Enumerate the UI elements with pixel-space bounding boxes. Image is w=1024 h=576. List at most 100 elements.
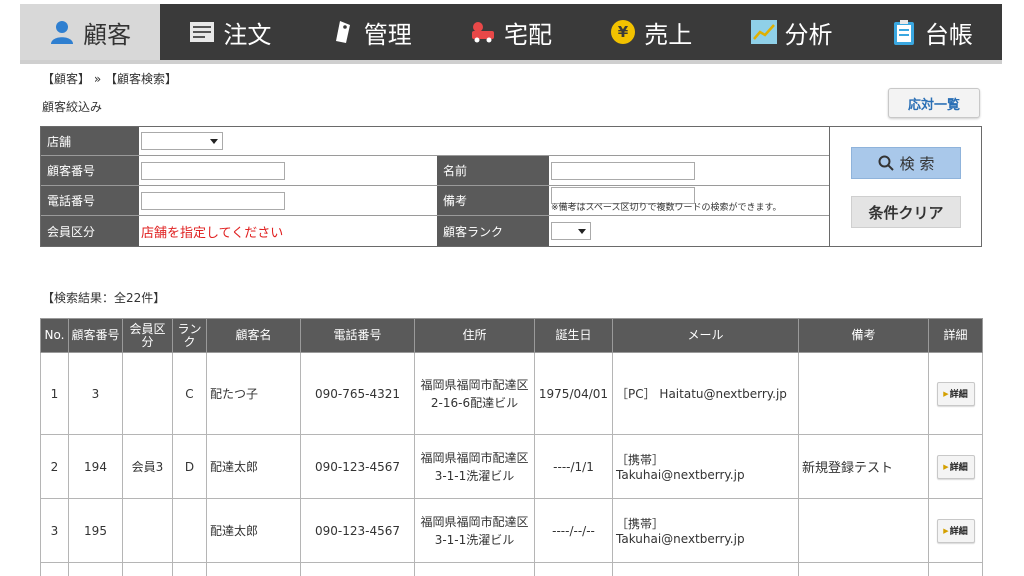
customer-rank-label: 顧客ランク: [437, 216, 549, 246]
caret-right-icon: ▶: [943, 389, 949, 398]
form-divider: [829, 127, 830, 246]
nav-tab-ledger[interactable]: 台帳: [862, 4, 1002, 60]
cell-name: 配たつ子: [206, 352, 301, 435]
cell-phone: 090-123-4567: [300, 434, 415, 499]
col-header-birthday: 誕生日: [534, 318, 613, 353]
nav-tab-label: 注文: [223, 20, 272, 49]
table-header-row: No. 顧客番号 会員区分 ランク 顧客名 電話番号 住所 誕生日 メール 備考…: [40, 318, 983, 353]
detail-button[interactable]: ▶ 詳細: [936, 381, 975, 406]
nav-tab-label: 宅配: [503, 20, 552, 49]
cell-detail: ▶ 詳細: [928, 352, 983, 435]
clipboard-icon: [891, 19, 917, 45]
nav-tab-sales[interactable]: ¥ 売上: [581, 4, 721, 60]
result-count-heading: 【検索結果：全22件】: [42, 291, 166, 305]
phone-input[interactable]: [141, 191, 285, 210]
order-list-icon: [189, 19, 215, 45]
cell-remarks: [798, 498, 929, 563]
customer-no-label: 顧客番号: [41, 156, 139, 185]
remarks-note: ※備考はスペース区切りで複数ワードの検索ができます。: [551, 203, 782, 213]
main-nav: 顧客 注文 管理 宅配 ¥ 売上 分析 台帳: [20, 4, 1002, 60]
cell-rank: C: [172, 352, 207, 435]
cell-member-class: [122, 498, 173, 563]
col-header-phone: 電話番号: [300, 318, 415, 353]
cell-detail: ▶ 詳細: [928, 434, 983, 499]
results-table: No. 顧客番号 会員区分 ランク 顧客名 電話番号 住所 誕生日 メール 備考…: [40, 318, 983, 576]
detail-button-label: 詳細: [949, 463, 968, 473]
search-button[interactable]: 検 索: [851, 147, 961, 179]
caret-right-icon: ▶: [943, 526, 949, 535]
nav-tab-label: 管理: [363, 20, 412, 49]
cell-rank: D: [172, 434, 207, 499]
yen-coin-icon: ¥: [610, 19, 636, 45]
table-row: 2 194 会員3 D 配達太郎 090-123-4567 福岡県福岡市配達区3…: [40, 434, 983, 499]
nav-tab-label: 分析: [784, 20, 833, 49]
cell-member-class: 会員3: [122, 434, 173, 499]
form-row-phone: 電話番号 備考 ※備考はスペース区切りで複数ワードの検索ができます。: [41, 186, 829, 216]
cell-birthday: ----/--/--: [534, 498, 613, 563]
member-class-label: 会員区分: [41, 216, 139, 246]
cell-phone: 090-765-4321: [300, 352, 415, 435]
nav-tab-customer[interactable]: 顧客: [20, 4, 161, 60]
form-row-customer-no: 顧客番号 名前: [41, 156, 829, 186]
customer-rank-cell: [549, 216, 829, 246]
col-header-customer-no: 顧客番号: [68, 318, 123, 353]
chevron-down-icon: [578, 229, 586, 234]
name-cell: [549, 156, 829, 185]
tag-icon: [330, 19, 356, 45]
delivery-truck-icon: [470, 19, 496, 45]
cell-no: 2: [40, 434, 69, 499]
detail-button[interactable]: ▶ 詳細: [936, 454, 975, 479]
nav-tab-label: 顧客: [83, 20, 132, 49]
table-row: [40, 562, 983, 576]
cell-member-class: [122, 352, 173, 435]
nav-tab-label: 台帳: [924, 20, 973, 49]
cell-remarks: 新規登録テスト: [798, 434, 929, 499]
member-class-warning: 店舗を指定してください: [141, 225, 284, 241]
nav-tab-management[interactable]: 管理: [301, 4, 441, 60]
response-list-button[interactable]: 応対一覧: [888, 88, 980, 118]
detail-button-label: 詳細: [949, 527, 968, 537]
clear-conditions-button[interactable]: 条件クリア: [851, 196, 961, 228]
cell-address: 福岡県福岡市配達区2-16-6配達ビル: [414, 352, 535, 435]
name-input[interactable]: [551, 161, 695, 180]
detail-button-label: 詳細: [949, 390, 968, 400]
cell-customer-no: 194: [68, 434, 123, 499]
cell-no: 1: [40, 352, 69, 435]
store-select[interactable]: [141, 132, 223, 150]
col-header-member-class: 会員区分: [122, 318, 173, 353]
col-header-no: No.: [40, 318, 69, 353]
filter-heading: 顧客絞込み: [42, 100, 103, 114]
chart-icon: [750, 19, 777, 45]
cell-email: ［携帯］ Takuhai@nextberry.jp: [612, 498, 799, 563]
form-row-store: 店舗: [41, 127, 829, 156]
col-header-rank: ランク: [172, 318, 207, 353]
search-icon: [878, 155, 894, 171]
nav-tab-label: 売上: [644, 20, 693, 49]
col-header-email: メール: [612, 318, 799, 353]
form-row-member-class: 会員区分 店舗を指定してください 顧客ランク: [41, 216, 829, 246]
cell-address: 福岡県福岡市配達区3-1-1洗濯ビル: [414, 498, 535, 563]
cell-customer-no: 3: [68, 352, 123, 435]
remarks-label: 備考: [437, 186, 549, 215]
phone-label: 電話番号: [41, 186, 139, 215]
cell-email: ［PC］ Haitatu@nextberry.jp: [612, 352, 799, 435]
cell-name: 配達太郎: [206, 498, 301, 563]
customer-no-input[interactable]: [141, 161, 285, 180]
table-row: 1 3 C 配たつ子 090-765-4321 福岡県福岡市配達区2-16-6配…: [40, 352, 983, 435]
col-header-address: 住所: [414, 318, 535, 353]
customer-rank-select[interactable]: [551, 222, 591, 240]
col-header-detail: 詳細: [928, 318, 983, 353]
caret-right-icon: ▶: [943, 462, 949, 471]
detail-button[interactable]: ▶ 詳細: [936, 518, 975, 543]
chevron-down-icon: [210, 139, 218, 144]
remarks-cell: ※備考はスペース区切りで複数ワードの検索ができます。: [549, 186, 829, 215]
table-row: 3 195 配達太郎 090-123-4567 福岡県福岡市配達区3-1-1洗濯…: [40, 498, 983, 563]
search-button-label: 検 索: [899, 154, 935, 173]
col-header-name: 顧客名: [206, 318, 301, 353]
nav-tab-analysis[interactable]: 分析: [721, 4, 861, 60]
cell-phone: 090-123-4567: [300, 498, 415, 563]
nav-tab-delivery[interactable]: 宅配: [441, 4, 581, 60]
cell-remarks: [798, 352, 929, 435]
store-label: 店舗: [41, 127, 139, 155]
nav-tab-order[interactable]: 注文: [160, 4, 300, 60]
